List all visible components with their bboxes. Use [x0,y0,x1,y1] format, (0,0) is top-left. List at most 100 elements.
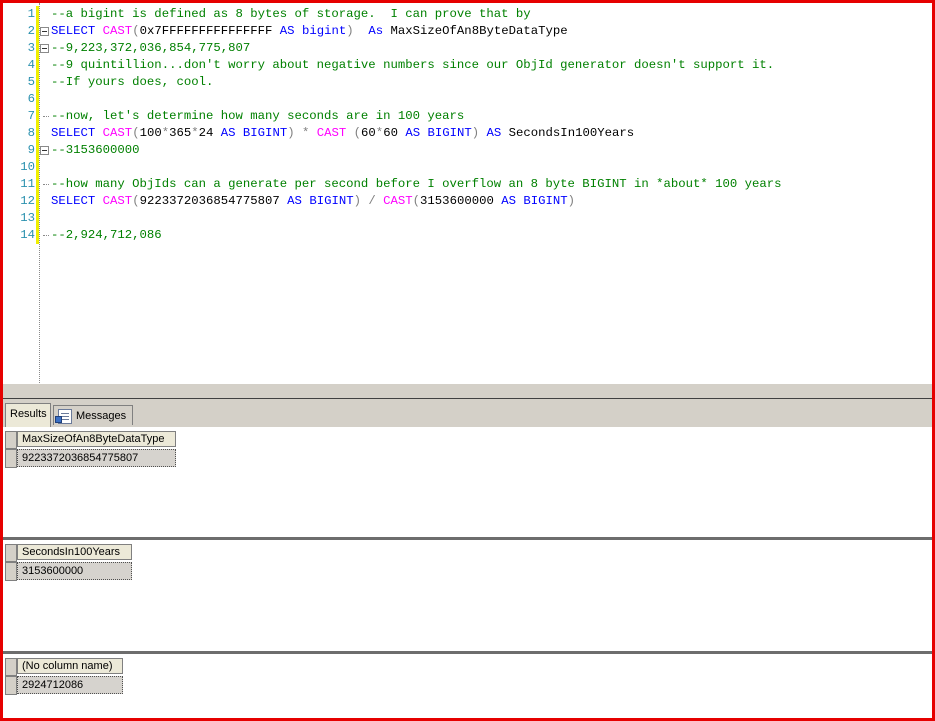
code-token: ) [567,194,576,208]
grid-corner[interactable] [5,544,17,562]
line-number: 8 [27,126,35,140]
code-token: SELECT [51,194,103,208]
code-line[interactable]: 13 [3,210,932,227]
code-text: --9 quintillion...don't worry about nega… [51,57,774,74]
code-token: BIGINT [427,126,472,140]
code-line[interactable]: 1 --a bigint is defined as 8 bytes of sto… [3,6,932,23]
code-token: --9 quintillion...don't worry about nega… [51,58,775,72]
code-token: SELECT [51,24,103,38]
code-token: AS [405,126,428,140]
code-text: --a bigint is defined as 8 bytes of stor… [51,6,531,23]
code-token: SecondsIn100Years [508,126,635,140]
query-editor[interactable]: 1 --a bigint is defined as 8 bytes of sto… [3,3,932,383]
line-number: 12 [20,194,35,208]
change-marker [36,142,39,159]
column-header[interactable]: MaxSizeOfAn8ByteDataType [17,431,176,447]
code-line[interactable]: 10 [3,159,932,176]
code-token: ( [412,194,421,208]
code-token: AS [501,194,524,208]
result-cell[interactable]: 3153600000 [17,562,132,580]
code-line[interactable]: 4 --9 quintillion...don't worry about neg… [3,57,932,74]
change-marker [36,91,39,108]
code-token: ( [353,126,362,140]
code-line[interactable]: 7 --now, let's determine how many seconds… [3,108,932,125]
code-token: BIGINT [242,126,288,140]
code-line[interactable]: 3 --9,223,372,036,854,775,807 [3,40,932,57]
row-header[interactable] [5,676,17,695]
code-text: SELECT CAST(9223372036854775807 AS BIGIN… [51,193,575,210]
result-grid-2[interactable]: SecondsIn100Years 3153600000 [3,537,932,650]
change-marker [36,159,39,176]
row-header[interactable] [5,562,17,581]
column-header[interactable]: SecondsIn100Years [17,544,132,560]
result-grid-1[interactable]: MaxSizeOfAn8ByteDataType 922337203685477… [3,427,932,537]
code-token: CAST [102,24,133,38]
code-token: ) * [287,126,317,140]
code-line[interactable]: 11 --how many ObjIds can a generate per s… [3,176,932,193]
code-line[interactable]: 12 SELECT CAST(9223372036854775807 AS BIG… [3,193,932,210]
code-text: --now, let's determine how many seconds … [51,108,464,125]
code-token: --If yours does, cool. [51,75,214,89]
collapse-icon[interactable] [40,146,49,155]
change-marker [36,108,39,125]
change-marker [36,40,39,57]
code-token: ) [346,24,354,38]
code-line[interactable]: 2 SELECT CAST(0x7FFFFFFFFFFFFFFF AS bigin… [3,23,932,40]
code-token: CAST [102,126,133,140]
collapse-icon[interactable] [40,44,49,53]
tab-results[interactable]: Results [5,403,51,427]
code-token: ( [132,126,140,140]
line-number: 9 [27,143,35,157]
line-number: 6 [27,92,35,106]
code-token: --2,924,712,086 [51,228,162,242]
result-cell[interactable]: 2924712086 [17,676,123,694]
change-marker [36,125,39,142]
code-text: --3153600000 [51,142,140,159]
code-token: 60 [383,126,406,140]
grid-corner[interactable] [5,658,17,676]
line-number: 14 [20,228,35,242]
code-token: 100 [139,126,162,140]
code-token: CAST [316,126,354,140]
results-area: MaxSizeOfAn8ByteDataType 922337203685477… [3,427,932,718]
code-line[interactable]: 9 --3153600000 [3,142,932,159]
line-number: 11 [20,177,35,191]
line-number: 5 [27,75,35,89]
code-token: As [353,24,391,38]
code-text: --2,924,712,086 [51,227,162,244]
code-token: --3153600000 [51,143,140,157]
change-marker [36,74,39,91]
code-token: --9,223,372,036,854,775,807 [51,41,251,55]
line-number: 13 [20,211,35,225]
change-marker [36,227,39,244]
messages-icon [55,409,72,424]
grid-corner[interactable] [5,431,17,449]
code-text: SELECT CAST(100*365*24 AS BIGINT) * CAST… [51,125,634,142]
code-token: --now, let's determine how many seconds … [51,109,465,123]
code-line[interactable]: 8 SELECT CAST(100*365*24 AS BIGINT) * CAS… [3,125,932,142]
tab-messages[interactable]: Messages [53,405,133,425]
outline-tick-icon [43,235,49,236]
outline-tick-icon [43,184,49,185]
code-token: AS [220,126,243,140]
outline-tick-icon [43,116,49,117]
results-tabbar: Results Messages [3,399,932,427]
result-grid-3[interactable]: (No column name) 2924712086 [3,651,932,718]
result-cell[interactable]: 9223372036854775807 [17,449,176,467]
code-line[interactable]: 14 --2,924,712,086 [3,227,932,244]
code-line[interactable]: 6 [3,91,932,108]
editor-results-splitter[interactable] [3,383,932,400]
change-marker [36,23,39,40]
row-header[interactable] [5,449,17,468]
window-frame: 1 --a bigint is defined as 8 bytes of sto… [0,0,935,721]
code-line[interactable]: 5 --If yours does, cool. [3,74,932,91]
column-header[interactable]: (No column name) [17,658,123,674]
code-text: --9,223,372,036,854,775,807 [51,40,250,57]
code-token: BIGINT [523,194,568,208]
code-token: 24 [198,126,221,140]
collapse-icon[interactable] [40,27,49,36]
code-token: 0x7FFFFFFFFFFFFFFF [139,24,280,38]
code-token: ) [471,126,487,140]
code-text: --If yours does, cool. [51,74,213,91]
code-token: AS [279,24,302,38]
